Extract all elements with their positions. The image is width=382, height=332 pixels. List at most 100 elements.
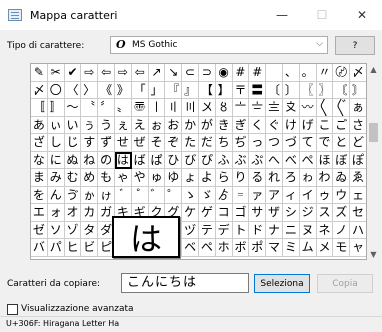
character-cell[interactable]: サ (249, 204, 267, 222)
character-cell[interactable]: ぁ (350, 99, 366, 117)
character-cell[interactable]: ぇ (114, 116, 132, 134)
character-cell[interactable]: が (198, 116, 216, 134)
character-cell[interactable]: ん (47, 186, 65, 204)
character-cell[interactable]: ァ (249, 186, 267, 204)
character-cell[interactable]: ス (316, 204, 334, 222)
character-cell[interactable]: あ (31, 116, 48, 134)
character-cell[interactable]: ゲ (198, 204, 216, 222)
character-cell[interactable]: ⇨ (81, 64, 99, 82)
character-cell[interactable]: へ (266, 151, 283, 169)
character-cell[interactable]: ゝ (182, 186, 199, 204)
character-cell[interactable]: ヌ (299, 221, 317, 239)
character-cell[interactable]: は (114, 151, 132, 169)
character-cell[interactable]: 〉 (81, 81, 99, 99)
character-cell[interactable]: ム (299, 239, 317, 257)
character-cell[interactable]: 〓 (249, 81, 267, 99)
character-cell[interactable]: 〛 (47, 99, 65, 117)
character-cell[interactable]: 〇 (47, 81, 65, 99)
character-cell[interactable]: 〈 (64, 81, 82, 99)
character-cell[interactable]: ろ (282, 169, 300, 187)
character-cell[interactable]: わ (316, 169, 334, 187)
character-cell[interactable]: ず (98, 134, 115, 152)
character-cell[interactable]: ざ (31, 134, 48, 152)
character-cell[interactable]: 〠 (131, 99, 149, 117)
character-cell[interactable]: 〄 (333, 64, 351, 82)
character-cell[interactable]: だ (198, 134, 216, 152)
character-cell[interactable]: 〡 (148, 99, 166, 117)
character-cell[interactable]: ハ (350, 221, 366, 239)
character-cell[interactable]: く (249, 116, 267, 134)
character-cell[interactable]: ド (249, 221, 267, 239)
character-cell[interactable]: ぜ (131, 134, 149, 152)
character-cell[interactable]: ⊂ (182, 64, 199, 82)
character-cell[interactable]: 〗 (316, 81, 334, 99)
character-cell[interactable]: ち (215, 134, 233, 152)
character-cell[interactable]: け (282, 116, 300, 134)
character-cell[interactable]: ぎ (232, 116, 250, 134)
character-cell[interactable]: ゎ (299, 169, 317, 187)
character-cell[interactable]: 〤 (198, 99, 216, 117)
character-cell[interactable]: ぶ (232, 151, 250, 169)
character-cell[interactable]: ゾ (64, 221, 82, 239)
character-cell[interactable]: ◉ (215, 64, 233, 82)
character-cell[interactable]: こ (316, 116, 334, 134)
select-button[interactable]: Seleziona (254, 274, 310, 293)
character-cell[interactable]: ザ (266, 204, 283, 222)
character-cell[interactable]: よ (198, 169, 216, 187)
character-cell[interactable]: ビ (81, 239, 99, 257)
character-cell[interactable]: 【 (198, 81, 216, 99)
character-cell[interactable]: を (31, 186, 48, 204)
character-cell[interactable]: り (232, 169, 250, 187)
character-cell[interactable]: 「 (131, 81, 149, 99)
character-cell[interactable]: 〚 (31, 99, 48, 117)
character-cell[interactable]: 〧 (249, 99, 267, 117)
character-cell[interactable]: ょ (182, 169, 199, 187)
character-cell[interactable]: づ (282, 134, 300, 152)
character-cell[interactable]: び (182, 151, 199, 169)
character-cell[interactable]: ゜ (165, 186, 183, 204)
character-cell[interactable]: ゑ (350, 169, 366, 187)
character-cell[interactable]: ェ (350, 186, 366, 204)
advanced-view-checkbox[interactable] (7, 304, 18, 315)
character-cell[interactable]: 〔 (266, 81, 283, 99)
character-cell[interactable]: つ (266, 134, 283, 152)
character-cell[interactable]: お (165, 116, 183, 134)
character-grid[interactable]: ✎ ✂ ✔ ⇨ ⇦ ⇨ ⇦ ↗ ↘ ⊂ ⊃ ◉ # #、。〃〄〆〆〇〈〉《》「」『』【】〒〓〔〕〖〗〘〙〚… (30, 63, 367, 260)
character-cell[interactable]: ノ (333, 221, 351, 239)
character-cell[interactable]: 〦 (232, 99, 250, 117)
character-cell[interactable]: ア (266, 186, 283, 204)
character-cell[interactable]: 〖 (299, 81, 317, 99)
character-cell[interactable]: ほ (316, 151, 334, 169)
character-cell[interactable]: ウ (333, 186, 351, 204)
character-cell[interactable]: ぞ (165, 134, 183, 152)
character-cell[interactable]: 〃 (316, 64, 334, 82)
character-cell[interactable]: そ (148, 134, 166, 152)
character-cell[interactable]: ✔ (64, 64, 82, 82)
character-cell[interactable]: さ (350, 116, 366, 134)
character-cell[interactable]: 」 (148, 81, 166, 99)
character-cell[interactable]: テ (198, 221, 216, 239)
character-cell[interactable]: 〘 (333, 81, 351, 99)
character-cell[interactable]: ぷ (249, 151, 267, 169)
character-cell[interactable]: ゚ (131, 186, 149, 204)
character-cell[interactable]: ャ (350, 239, 366, 257)
character-cell[interactable]: マ (266, 239, 283, 257)
character-cell[interactable]: で (316, 134, 334, 152)
character-cell[interactable]: ホ (215, 239, 233, 257)
character-cell[interactable]: # (232, 64, 250, 82)
character-cell[interactable]: # (249, 64, 267, 82)
character-cell[interactable]: ぐ (266, 116, 283, 134)
character-cell[interactable]: ペ (198, 239, 216, 257)
character-cell[interactable]: 〒 (232, 81, 250, 99)
character-cell[interactable]: ね (81, 151, 99, 169)
copy-button[interactable]: Copia (317, 274, 373, 293)
scroll-up-arrow-icon[interactable]: ▲ (367, 63, 380, 75)
character-cell[interactable]: タ (81, 221, 99, 239)
character-cell[interactable]: ベ (182, 239, 199, 257)
character-cell[interactable]: ご (333, 116, 351, 134)
character-cell[interactable]: 〱 (316, 99, 334, 117)
character-cell[interactable]: れ (266, 169, 283, 187)
character-cell[interactable]: エ (31, 204, 48, 222)
character-cell[interactable]: 〜 (64, 99, 82, 117)
character-cell[interactable]: ✂ (47, 64, 65, 82)
